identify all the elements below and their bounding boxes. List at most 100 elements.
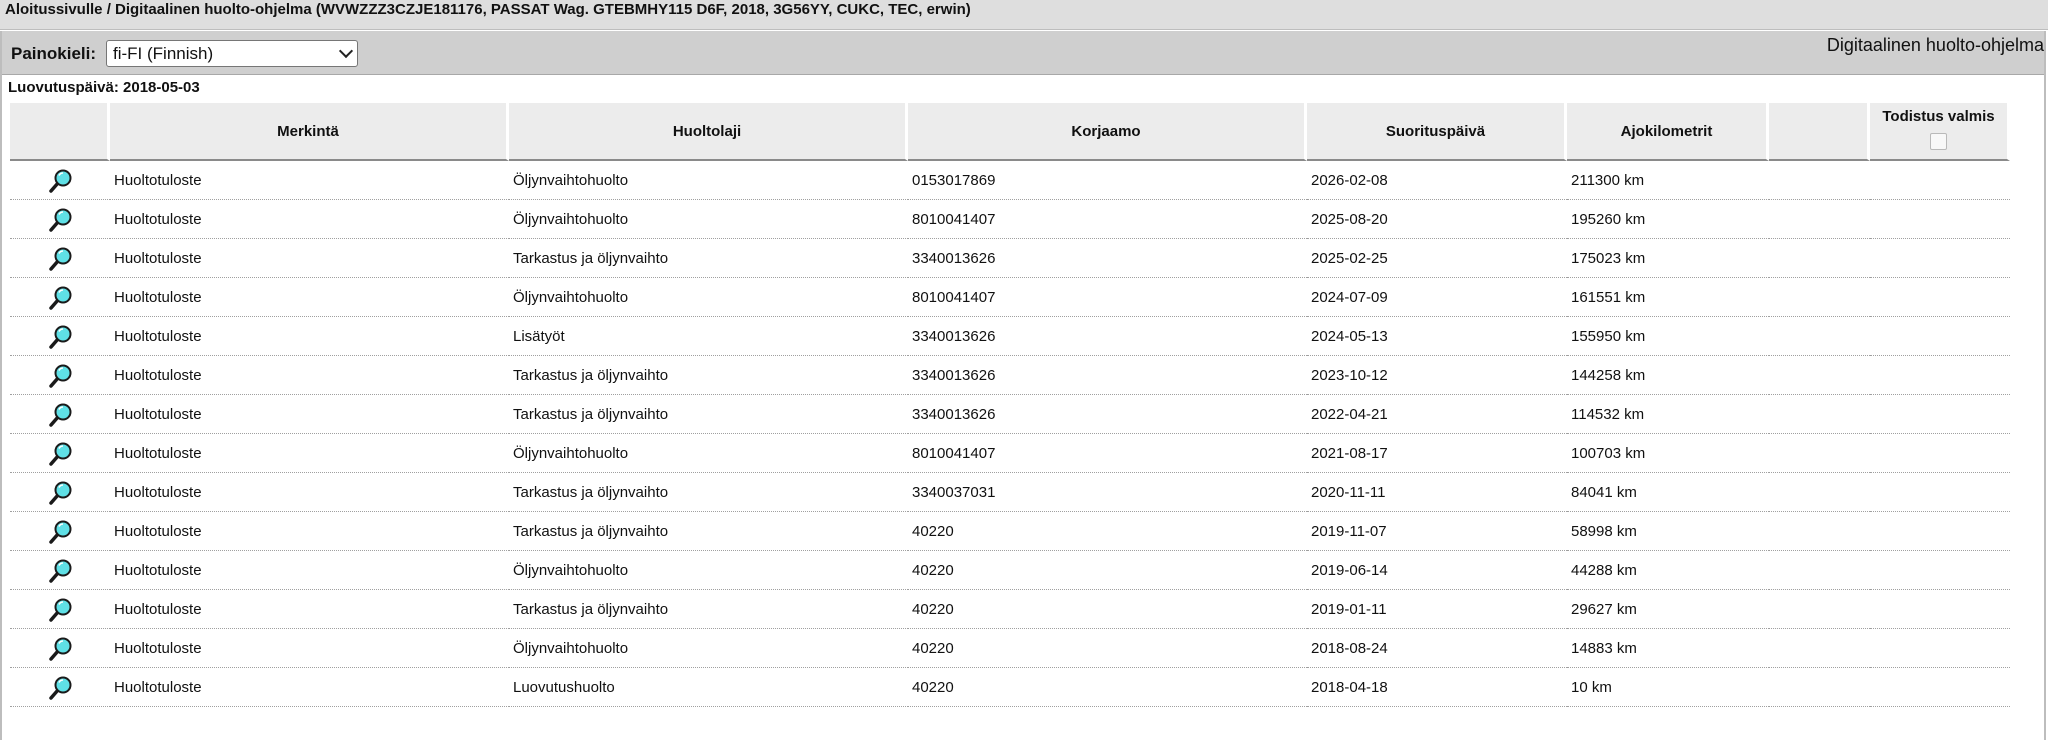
magnifier-icon: [47, 676, 73, 705]
breadcrumb[interactable]: Aloitussivulle / Digitaalinen huolto-ohj…: [0, 0, 2048, 30]
cell-empty: [1769, 551, 1870, 590]
magnifier-icon: [47, 520, 73, 549]
row-view-button[interactable]: [10, 512, 110, 551]
row-view-button[interactable]: [10, 629, 110, 668]
magnifier-icon: [47, 208, 73, 237]
magnifier-icon: [47, 364, 73, 393]
cell-marking: Huoltotuloste: [110, 512, 509, 551]
table-row: Huoltotuloste Öljynvaihtohuolto 8010041407…: [10, 278, 2010, 317]
cell-workshop: 3340013626: [908, 239, 1307, 278]
cell-service-type: Öljynvaihtohuolto: [509, 551, 908, 590]
language-select-value: fi-FI (Finnish): [113, 44, 214, 63]
cell-workshop: 8010041407: [908, 200, 1307, 239]
row-view-button[interactable]: [10, 395, 110, 434]
cell-service-type: Lisätyöt: [509, 317, 908, 356]
row-view-button[interactable]: [10, 551, 110, 590]
table-row: Huoltotuloste Öljynvaihtohuolto 40220 2018-…: [10, 629, 2010, 668]
certificate-checkbox[interactable]: [1930, 133, 1947, 150]
cell-empty: [1769, 278, 1870, 317]
cell-mileage: 175023 km: [1567, 239, 1769, 278]
cell-mileage: 44288 km: [1567, 551, 1769, 590]
cell-service-type: Öljynvaihtohuolto: [509, 200, 908, 239]
cell-mileage: 10 km: [1567, 668, 1769, 707]
cell-date: 2025-02-25: [1307, 239, 1567, 278]
magnifier-icon: [47, 169, 73, 198]
header-empty: [1769, 103, 1870, 161]
row-view-button[interactable]: [10, 200, 110, 239]
cell-workshop: 40220: [908, 629, 1307, 668]
cell-date: 2020-11-11: [1307, 473, 1567, 512]
cell-marking: Huoltotuloste: [110, 629, 509, 668]
cell-workshop: 40220: [908, 512, 1307, 551]
cell-certificate: [1870, 512, 2010, 551]
header-icon-column: [10, 103, 110, 161]
magnifier-icon: [47, 559, 73, 588]
cell-service-type: Tarkastus ja öljynvaihto: [509, 356, 908, 395]
magnifier-icon: [47, 481, 73, 510]
table-row: Huoltotuloste Öljynvaihtohuolto 40220 2019-…: [10, 551, 2010, 590]
cell-marking: Huoltotuloste: [110, 590, 509, 629]
cell-marking: Huoltotuloste: [110, 356, 509, 395]
row-view-button[interactable]: [10, 239, 110, 278]
magnifier-icon: [47, 325, 73, 354]
cell-mileage: 211300 km: [1567, 161, 1769, 200]
toolbar: Painokieli: fi-FI (Finnish) Digitaalinen…: [2, 31, 2044, 75]
cell-certificate: [1870, 317, 2010, 356]
cell-certificate: [1870, 239, 2010, 278]
header-marking: Merkintä: [110, 103, 509, 161]
cell-mileage: 84041 km: [1567, 473, 1769, 512]
cell-marking: Huoltotuloste: [110, 200, 509, 239]
cell-mileage: 58998 km: [1567, 512, 1769, 551]
row-view-button[interactable]: [10, 278, 110, 317]
cell-mileage: 155950 km: [1567, 317, 1769, 356]
row-view-button[interactable]: [10, 473, 110, 512]
cell-marking: Huoltotuloste: [110, 239, 509, 278]
cell-workshop: 40220: [908, 590, 1307, 629]
cell-service-type: Öljynvaihtohuolto: [509, 629, 908, 668]
row-view-button[interactable]: [10, 434, 110, 473]
cell-marking: Huoltotuloste: [110, 473, 509, 512]
cell-marking: Huoltotuloste: [110, 161, 509, 200]
cell-certificate: [1870, 590, 2010, 629]
row-view-button[interactable]: [10, 161, 110, 200]
main-frame: Painokieli: fi-FI (Finnish) Digitaalinen…: [0, 31, 2046, 740]
cell-service-type: Tarkastus ja öljynvaihto: [509, 239, 908, 278]
table-row: Huoltotuloste Tarkastus ja öljynvaihto 334…: [10, 239, 2010, 278]
cell-mileage: 195260 km: [1567, 200, 1769, 239]
cell-workshop: 3340013626: [908, 395, 1307, 434]
row-view-button[interactable]: [10, 668, 110, 707]
language-label: Painokieli:: [11, 44, 97, 63]
row-view-button[interactable]: [10, 317, 110, 356]
cell-certificate: [1870, 356, 2010, 395]
table-row: Huoltotuloste Öljynvaihtohuolto 0153017869…: [10, 161, 2010, 200]
page-title: Digitaalinen huolto-ohjelma: [1826, 35, 2044, 55]
row-view-button[interactable]: [10, 590, 110, 629]
header-workshop: Korjaamo: [908, 103, 1307, 161]
cell-service-type: Tarkastus ja öljynvaihto: [509, 590, 908, 629]
cell-service-type: Tarkastus ja öljynvaihto: [509, 473, 908, 512]
cell-certificate: [1870, 395, 2010, 434]
cell-marking: Huoltotuloste: [110, 317, 509, 356]
cell-marking: Huoltotuloste: [110, 551, 509, 590]
language-select[interactable]: fi-FI (Finnish): [106, 40, 358, 67]
cell-mileage: 14883 km: [1567, 629, 1769, 668]
cell-empty: [1769, 629, 1870, 668]
header-certificate: Todistus valmis: [1870, 103, 2010, 161]
cell-empty: [1769, 356, 1870, 395]
cell-workshop: 40220: [908, 551, 1307, 590]
cell-date: 2019-01-11: [1307, 590, 1567, 629]
cell-service-type: Tarkastus ja öljynvaihto: [509, 512, 908, 551]
table-row: Huoltotuloste Tarkastus ja öljynvaihto 334…: [10, 356, 2010, 395]
cell-empty: [1769, 395, 1870, 434]
cell-date: 2023-10-12: [1307, 356, 1567, 395]
header-service-type: Huoltolaji: [509, 103, 908, 161]
magnifier-icon: [47, 598, 73, 627]
cell-mileage: 144258 km: [1567, 356, 1769, 395]
cell-certificate: [1870, 434, 2010, 473]
cell-date: 2018-04-18: [1307, 668, 1567, 707]
cell-certificate: [1870, 278, 2010, 317]
row-view-button[interactable]: [10, 356, 110, 395]
cell-workshop: 8010041407: [908, 434, 1307, 473]
cell-service-type: Tarkastus ja öljynvaihto: [509, 395, 908, 434]
cell-marking: Huoltotuloste: [110, 434, 509, 473]
